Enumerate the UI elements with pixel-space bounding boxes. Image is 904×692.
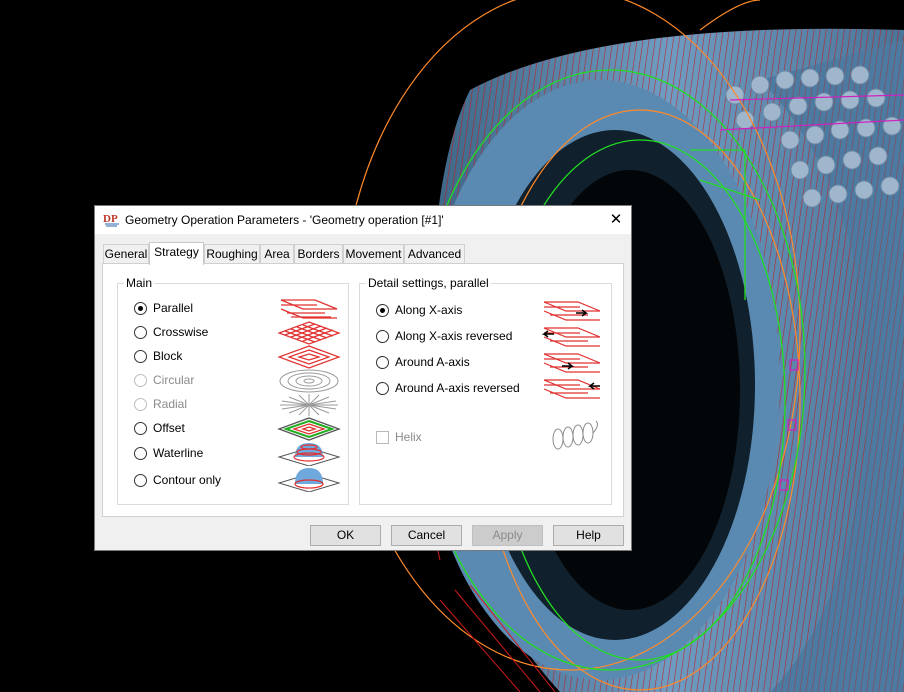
offset-pattern-icon: [277, 417, 341, 441]
option-around-a-axis-label: Around A-axis: [395, 355, 470, 369]
radio-contour-only[interactable]: [134, 474, 147, 487]
tab-movement[interactable]: Movement: [343, 244, 404, 264]
waterline-pattern-icon: [277, 443, 341, 466]
option-around-a-axis-reversed-label: Around A-axis reversed: [395, 381, 520, 395]
crosswise-pattern-icon: [277, 321, 341, 345]
main-group-legend: Main: [124, 276, 155, 290]
option-block-label: Block: [153, 349, 183, 363]
tab-area[interactable]: Area: [260, 244, 294, 264]
radio-circular[interactable]: [134, 374, 147, 387]
radio-radial[interactable]: [134, 398, 147, 411]
window-title: Geometry Operation Parameters - 'Geometr…: [125, 213, 444, 227]
helix-icon: [552, 420, 598, 450]
option-circular-label: Circular: [153, 373, 195, 387]
option-helix-label: Helix: [395, 430, 422, 444]
option-along-x-axis-reversed-label: Along X-axis reversed: [395, 329, 513, 343]
close-button[interactable]: ✕: [601, 206, 631, 234]
detail-group: Detail settings, parallel Along X-axis A…: [359, 276, 612, 505]
radio-around-a-axis[interactable]: [376, 356, 389, 369]
radio-crosswise[interactable]: [134, 326, 147, 339]
option-offset-label: Offset: [153, 421, 185, 435]
help-button[interactable]: Help: [553, 525, 624, 546]
app-logo-icon: DP: [103, 213, 119, 227]
block-pattern-icon: [277, 345, 341, 369]
option-radial-label: Radial: [153, 397, 188, 411]
radio-parallel[interactable]: [134, 302, 147, 315]
strategy-panel: Main Parallel Crosswise Block Circular R…: [102, 263, 624, 517]
title-bar[interactable]: DP Geometry Operation Parameters - 'Geom…: [95, 206, 631, 234]
tab-general[interactable]: General: [103, 244, 149, 264]
geometry-operation-dialog: DP Geometry Operation Parameters - 'Geom…: [94, 205, 632, 551]
tab-roughing[interactable]: Roughing: [204, 244, 260, 264]
parallel-pattern-icon: [280, 299, 338, 319]
radio-waterline[interactable]: [134, 447, 147, 460]
along-x-axis-icon: [543, 301, 601, 321]
radio-offset[interactable]: [134, 422, 147, 435]
option-waterline-label: Waterline: [153, 446, 204, 460]
main-group: Main Parallel Crosswise Block Circular R…: [117, 276, 349, 505]
detail-group-legend: Detail settings, parallel: [366, 276, 491, 290]
apply-button[interactable]: Apply: [472, 525, 543, 546]
helix-checkbox[interactable]: [376, 431, 389, 444]
tab-strategy[interactable]: Strategy: [149, 242, 204, 265]
option-parallel-label: Parallel: [153, 301, 194, 315]
radio-block[interactable]: [134, 350, 147, 363]
option-along-x-axis-label: Along X-axis: [395, 303, 463, 317]
ok-button[interactable]: OK: [310, 525, 381, 546]
contour-only-pattern-icon: [277, 468, 341, 492]
option-crosswise-label: Crosswise: [153, 325, 209, 339]
tab-advanced[interactable]: Advanced: [404, 244, 465, 264]
circular-pattern-icon: [279, 369, 339, 393]
around-a-axis-icon: [543, 353, 601, 373]
along-x-axis-reversed-icon: [541, 327, 601, 347]
radial-pattern-icon: [280, 394, 338, 416]
cancel-button[interactable]: Cancel: [391, 525, 462, 546]
option-contour-only-label: Contour only: [153, 473, 222, 487]
radio-along-x-axis[interactable]: [376, 304, 389, 317]
tab-borders[interactable]: Borders: [294, 244, 343, 264]
around-a-axis-reversed-icon: [543, 379, 601, 399]
radio-around-a-axis-reversed[interactable]: [376, 382, 389, 395]
svg-text:DP: DP: [103, 213, 118, 225]
radio-along-x-axis-reversed[interactable]: [376, 330, 389, 343]
